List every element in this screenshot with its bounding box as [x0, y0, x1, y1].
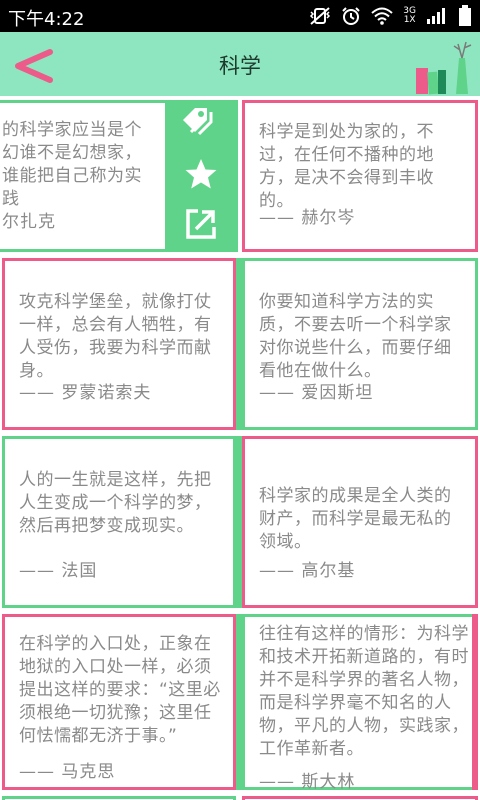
- quote-card[interactable]: 你要知道科学方法的实质，不要去听一个科学家对你说些什么，而要仔细看他在做什么。 …: [242, 258, 478, 430]
- action-panel: [165, 100, 237, 252]
- share-button[interactable]: [165, 202, 237, 246]
- tag-button[interactable]: [165, 102, 237, 146]
- quote-text: 科学是到处为家的，不过，在任何不播种的地方，是决不会得到丰收的。: [259, 122, 434, 211]
- network-type: 3G 1X: [403, 7, 416, 25]
- quote-author: —— 赫尔岑: [259, 208, 356, 228]
- quote-card[interactable]: 科学是到处为家的，不过，在任何不播种的地方，是决不会得到丰收的。 —— 赫尔岑: [242, 100, 478, 252]
- network-bottom: 1X: [403, 15, 416, 25]
- quote-grid[interactable]: 的科学家应当是个幻谁不是幻想家，谁能把自己称为实践 尔扎克 科学是到处为家的，不…: [0, 96, 480, 800]
- status-bar: 下午4:22 3G 1X: [0, 0, 480, 32]
- quote-card[interactable]: 在科学的入口处，正象在地狱的入口处一样，必须提出这样的要求：“这里必须根绝一切犹…: [2, 614, 236, 790]
- quote-card[interactable]: 科学家的成果是全人类的财产，而科学是最无私的领域。 —— 高尔基: [242, 436, 478, 608]
- quote-text: 科学家的成果是全人类的财产，而科学是最无私的领域。: [259, 486, 452, 552]
- quote-author: —— 罗蒙诺索夫: [19, 383, 152, 403]
- quote-text: 在科学的入口处，正象在地狱的入口处一样，必须提出这样的要求：“这里必须根绝一切犹…: [19, 634, 221, 746]
- quote-author: —— 法国: [19, 561, 98, 581]
- quote-text: 往往有这样的情形：为科学和技术开拓新道路的，有时并不是科学界的著名人物，而是科学…: [259, 624, 469, 759]
- status-icons: 3G 1X: [309, 4, 472, 28]
- quote-card[interactable]: 攻克科学堡垒，就像打仗一样，总会有人牺牲，有人受伤，我要为科学而献身。 —— 罗…: [2, 258, 236, 430]
- quote-card[interactable]: [242, 796, 478, 800]
- alarm-icon: [342, 7, 361, 25]
- books-plant-decoration-icon: [416, 41, 472, 95]
- signal-icon: [427, 8, 445, 24]
- star-icon: [185, 159, 217, 189]
- vibrate-mute-icon: [310, 7, 331, 25]
- share-icon: [186, 209, 216, 239]
- app-header: 科学: [0, 32, 480, 96]
- battery-icon: [459, 5, 471, 26]
- quote-card[interactable]: 往往有这样的情形：为科学和技术开拓新道路的，有时并不是科学界的著名人物，而是科学…: [242, 614, 478, 792]
- quote-author: —— 马克思: [19, 762, 116, 782]
- quote-text: 攻克科学堡垒，就像打仗一样，总会有人牺牲，有人受伤，我要为科学而献身。: [19, 292, 212, 381]
- card-accent: [472, 614, 478, 790]
- tag-icon: [183, 108, 213, 136]
- quote-author: 尔扎克: [2, 212, 56, 232]
- status-time: 下午4:22: [8, 9, 85, 30]
- quote-card[interactable]: 人的一生就是这样，先把人生变成一个科学的梦，然后再把梦变成现实。 —— 法国: [2, 436, 236, 608]
- quote-text: 的科学家应当是个幻谁不是幻想家，谁能把自己称为实践: [2, 120, 142, 209]
- wifi-icon: [371, 7, 393, 25]
- quote-author: —— 斯大林: [259, 772, 356, 792]
- quote-text: 你要知道科学方法的实质，不要去听一个科学家对你说些什么，而要仔细看他在做什么。: [259, 292, 452, 381]
- quote-card[interactable]: [2, 796, 236, 800]
- quote-author: —— 高尔基: [259, 561, 356, 581]
- quote-author: —— 爱因斯坦: [259, 383, 374, 403]
- quote-text: 人的一生就是这样，先把人生变成一个科学的梦，然后再把梦变成现实。: [19, 470, 212, 536]
- favorite-button[interactable]: [165, 152, 237, 196]
